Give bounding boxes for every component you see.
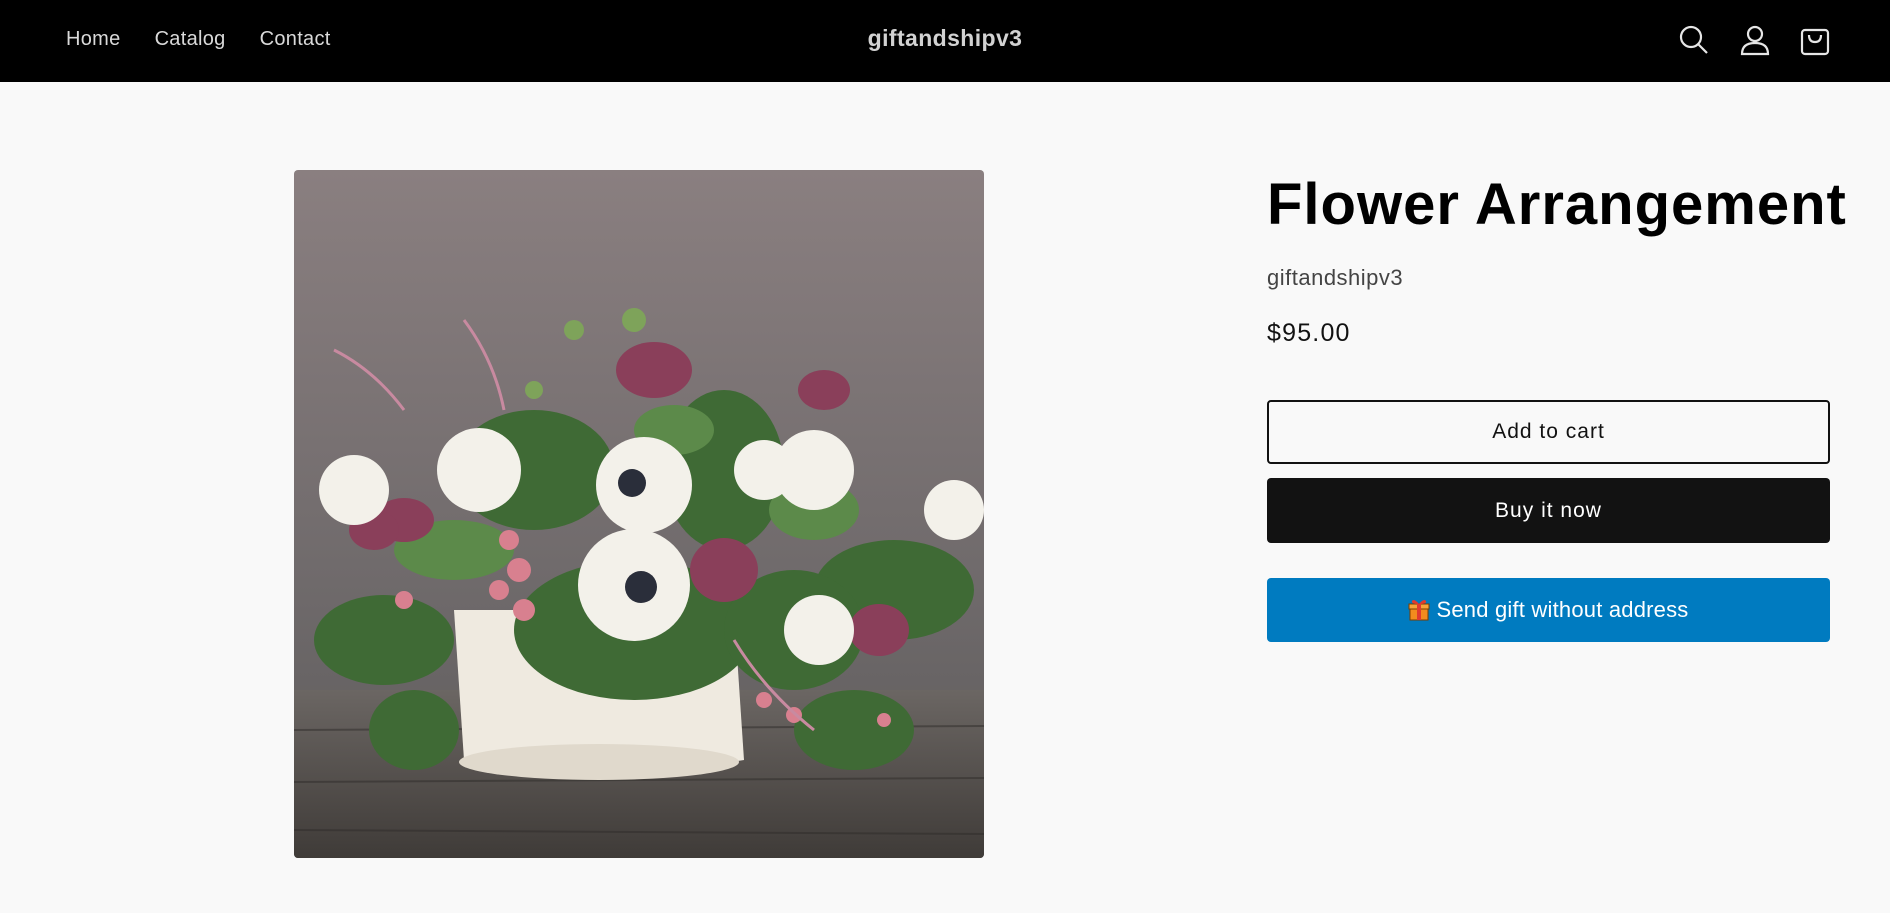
site-header: Home Catalog Contact giftandshipv3 <box>0 0 1890 82</box>
product-vendor: giftandshipv3 <box>1267 265 1404 290</box>
gift-icon <box>1408 598 1430 622</box>
search-icon[interactable] <box>1676 22 1712 58</box>
cart-icon[interactable] <box>1797 22 1833 58</box>
flower-arrangement-illustration <box>294 170 984 858</box>
site-brand[interactable]: giftandshipv3 <box>868 25 1023 51</box>
buy-now-button[interactable]: Buy it now <box>1267 478 1830 543</box>
send-gift-label: Send gift without address <box>1436 597 1689 622</box>
product-title: Flower Arrangement <box>1267 172 1847 237</box>
main-nav: Home Catalog Contact <box>66 28 331 51</box>
send-gift-button[interactable]: Send gift without address <box>1267 578 1830 642</box>
account-icon[interactable] <box>1737 22 1773 58</box>
add-to-cart-label: Add to cart <box>1492 420 1605 443</box>
product-info: Flower Arrangement giftandshipv3 $95.00 … <box>1267 170 1847 642</box>
add-to-cart-button[interactable]: Add to cart <box>1267 400 1830 464</box>
buy-now-label: Buy it now <box>1495 498 1602 522</box>
nav-home[interactable]: Home <box>66 28 121 51</box>
nav-catalog[interactable]: Catalog <box>155 28 226 51</box>
product-image[interactable] <box>294 170 984 858</box>
nav-contact[interactable]: Contact <box>260 28 331 51</box>
product-price: $95.00 <box>1267 319 1351 347</box>
